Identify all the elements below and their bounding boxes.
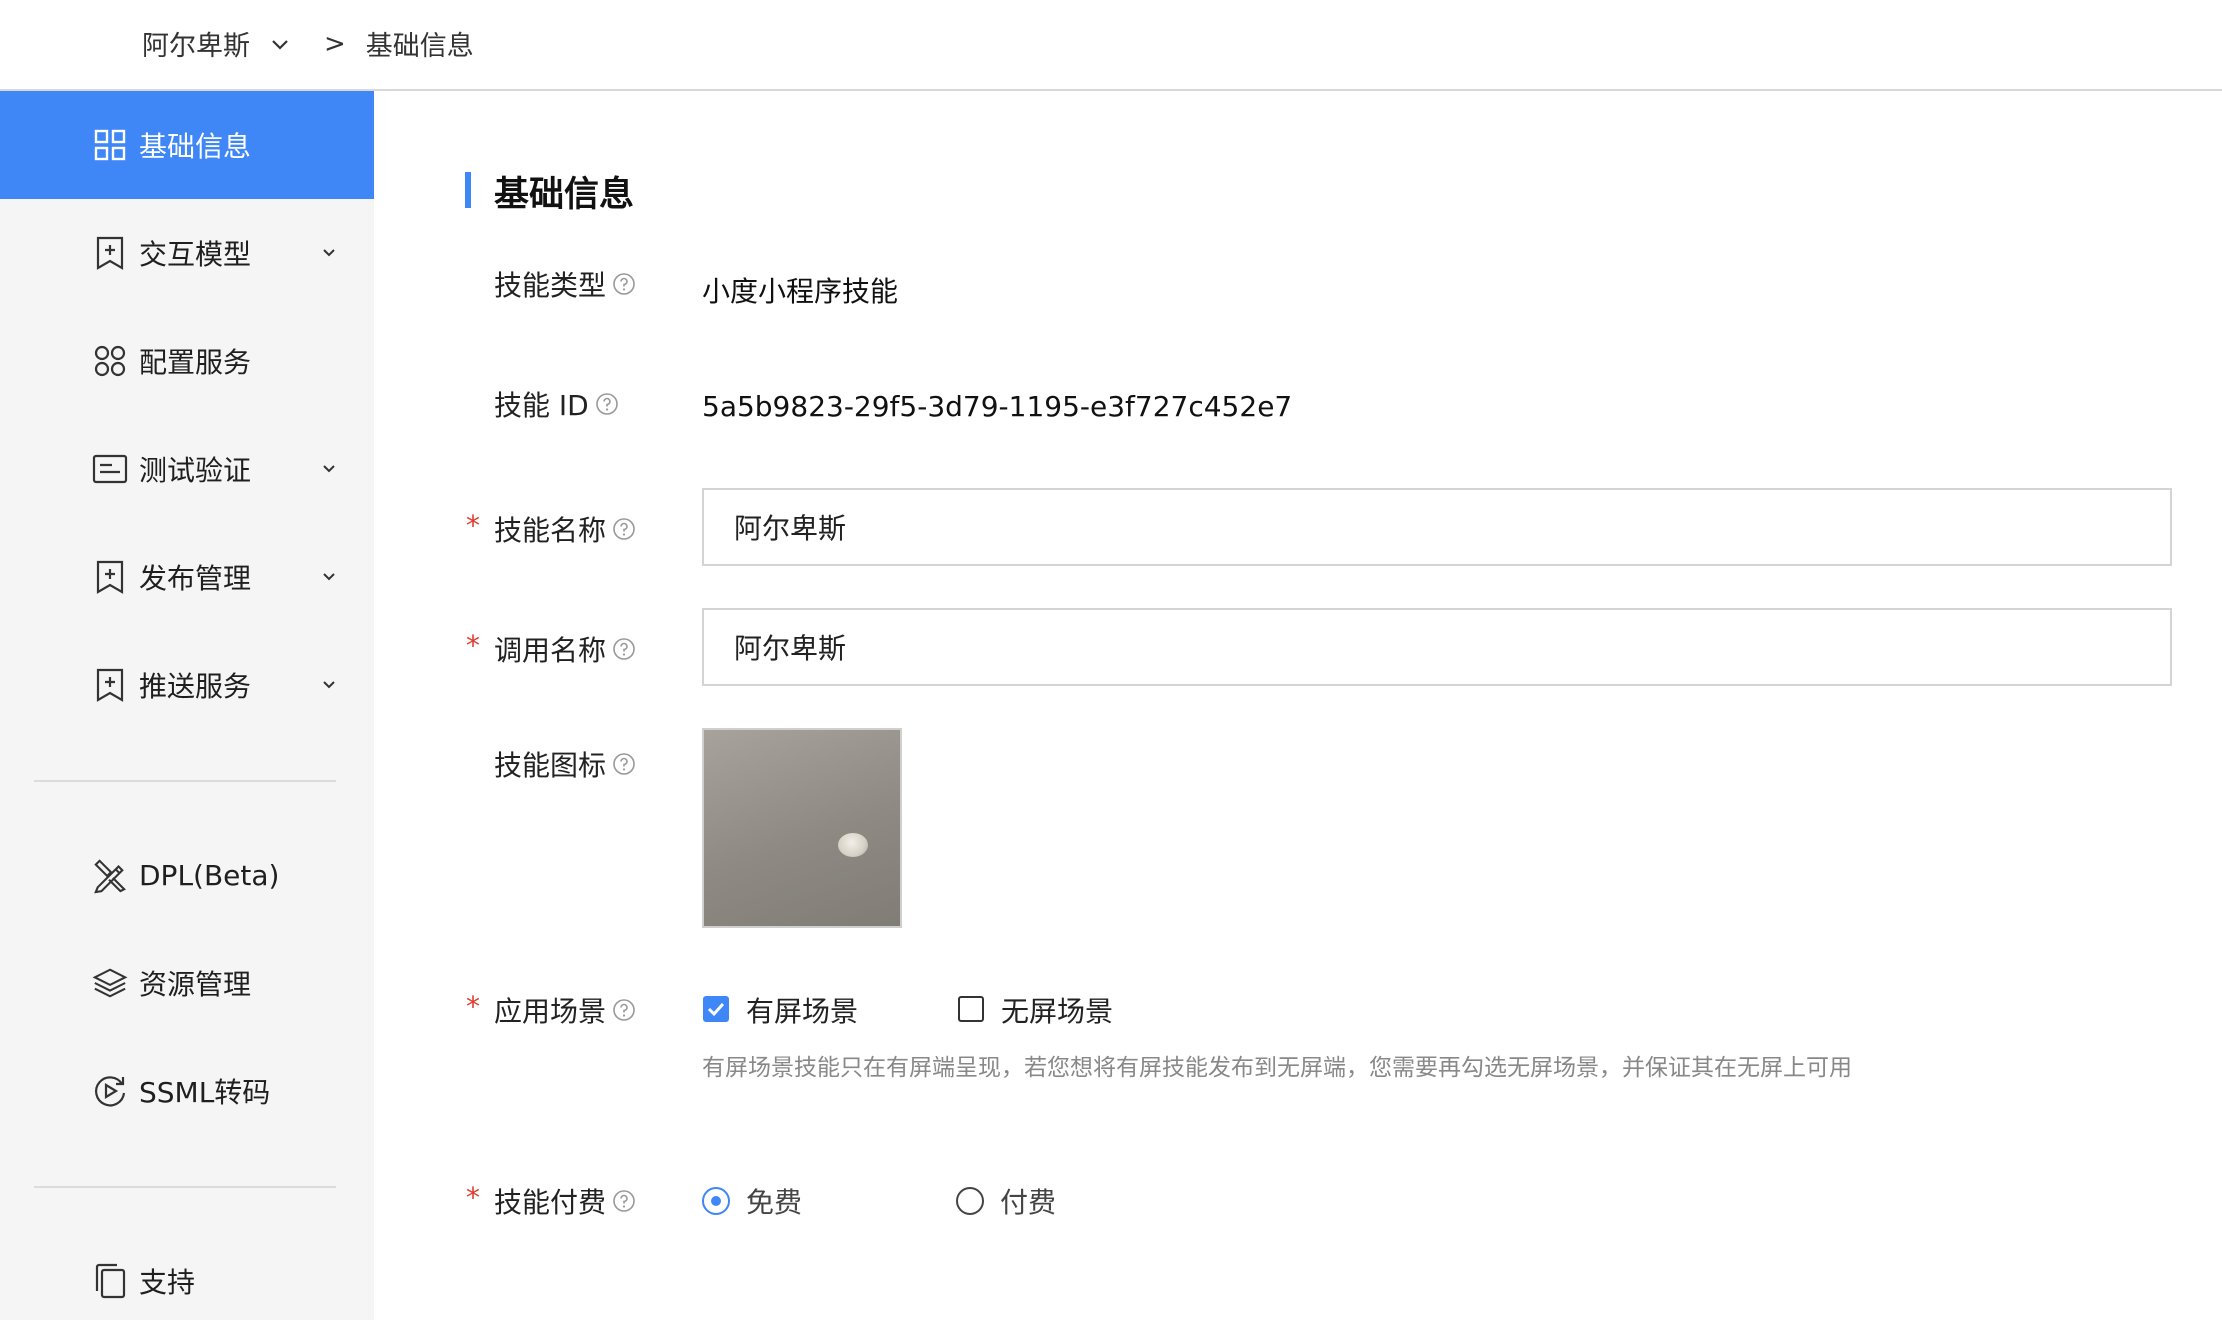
sidebar-item-publish[interactable]: 发布管理 <box>0 523 374 631</box>
sidebar-item-label: 测试验证 <box>139 454 252 487</box>
section-title: 基础信息 <box>494 175 635 215</box>
sidebar-item-label: 配置服务 <box>139 346 252 379</box>
design-tools-icon <box>92 857 128 894</box>
sidebar-item-test[interactable]: 测试验证 <box>0 415 374 523</box>
chevron-down-icon[interactable] <box>270 31 296 57</box>
breadcrumb-separator: > <box>324 28 346 59</box>
screen-scene-label[interactable]: 有屏场景 <box>746 990 858 1030</box>
sidebar-item-push[interactable]: 推送服务 <box>0 631 374 739</box>
skill-type-label: 技能类型 <box>494 264 636 304</box>
required-mark: * <box>466 1181 480 1214</box>
chevron-down-icon[interactable] <box>320 244 338 262</box>
copy-icon <box>92 1263 128 1299</box>
sidebar-divider <box>34 780 336 782</box>
paid-label[interactable]: 付费 <box>1000 1181 1056 1221</box>
required-mark: * <box>466 509 480 542</box>
help-icon[interactable] <box>612 637 636 661</box>
terminal-icon <box>92 451 128 487</box>
sidebar-item-label: 交互模型 <box>139 238 252 271</box>
scene-hint: 有屏场景技能只在有屏端呈现，若您想将有屏技能发布到无屏端，您需要再勾选无屏场景，… <box>702 1055 1852 1081</box>
sidebar-item-basic-info[interactable]: 基础信息 <box>0 91 374 199</box>
sidebar-item-ssml[interactable]: SSML转码 <box>0 1037 374 1145</box>
required-mark: * <box>466 990 480 1023</box>
section-accent-bar <box>465 172 471 208</box>
skill-name-label: 技能名称 <box>494 509 636 549</box>
breadcrumb-project[interactable]: 阿尔卑斯 <box>142 24 250 63</box>
breadcrumb-current: 基础信息 <box>365 31 474 62</box>
skill-icon-image[interactable] <box>702 728 902 928</box>
sidebar-item-resources[interactable]: 资源管理 <box>0 929 374 1037</box>
sidebar: 基础信息 交互模型 配置服务 测试验证 发布管理 推送服务 DPL(Beta) … <box>0 91 374 1320</box>
sidebar-item-label: 推送服务 <box>139 670 252 703</box>
sidebar-item-config-service[interactable]: 配置服务 <box>0 307 374 415</box>
free-radio[interactable] <box>702 1187 730 1215</box>
invoke-name-label: 调用名称 <box>494 629 636 669</box>
field-label: 技能图标 <box>494 749 607 782</box>
skill-name-input[interactable] <box>702 488 2172 566</box>
help-icon[interactable] <box>612 517 636 541</box>
sidebar-item-interaction-model[interactable]: 交互模型 <box>0 199 374 307</box>
no-screen-scene-label[interactable]: 无屏场景 <box>1001 990 1113 1030</box>
payment-label: 技能付费 <box>494 1181 636 1221</box>
chevron-down-icon[interactable] <box>320 676 338 694</box>
chevron-down-icon[interactable] <box>320 460 338 478</box>
sidebar-item-label: SSML转码 <box>139 1076 271 1109</box>
required-mark: * <box>466 629 480 662</box>
skill-icon-object <box>838 833 868 857</box>
field-label: 应用场景 <box>494 995 607 1028</box>
sidebar-item-label: 基础信息 <box>139 130 252 163</box>
sidebar-item-label: 发布管理 <box>139 562 252 595</box>
check-icon <box>707 1002 725 1017</box>
help-icon[interactable] <box>612 1189 636 1213</box>
bookmark-plus-icon <box>92 667 128 703</box>
sidebar-divider <box>34 1186 336 1188</box>
help-icon[interactable] <box>595 392 619 416</box>
sidebar-item-label: 支持 <box>139 1266 196 1299</box>
sidebar-item-label: DPL(Beta) <box>139 858 280 892</box>
field-label: 调用名称 <box>494 634 607 667</box>
breadcrumb: 阿尔卑斯 > 基础信息 <box>142 24 474 63</box>
four-circles-icon <box>92 343 128 379</box>
no-screen-scene-checkbox[interactable] <box>958 996 984 1022</box>
grid-icon <box>92 127 128 163</box>
help-icon[interactable] <box>612 272 636 296</box>
screen-scene-checkbox[interactable] <box>703 996 729 1022</box>
top-bar: 阿尔卑斯 > 基础信息 <box>0 0 2222 91</box>
field-label: 技能类型 <box>494 269 607 302</box>
invoke-name-input[interactable] <box>702 608 2172 686</box>
scene-label: 应用场景 <box>494 990 636 1030</box>
sidebar-item-label: 资源管理 <box>139 968 252 1001</box>
sidebar-item-support[interactable]: 支持 <box>0 1227 374 1335</box>
field-label: 技能付费 <box>494 1186 607 1219</box>
paid-radio[interactable] <box>956 1187 984 1215</box>
skill-id-value: 5a5b9823-29f5-3d79-1195-e3f727c452e7 <box>702 390 1293 423</box>
bookmark-plus-icon <box>92 559 128 595</box>
field-label: 技能 ID <box>494 389 589 422</box>
free-label[interactable]: 免费 <box>746 1181 802 1221</box>
help-icon[interactable] <box>612 998 636 1022</box>
layers-icon <box>92 965 128 1001</box>
bookmark-plus-icon <box>92 235 128 271</box>
skill-id-label: 技能 ID <box>494 384 619 424</box>
help-icon[interactable] <box>612 752 636 776</box>
chevron-down-icon[interactable] <box>320 568 338 586</box>
field-label: 技能名称 <box>494 514 607 547</box>
refresh-play-icon <box>92 1073 128 1109</box>
skill-icon-label: 技能图标 <box>494 744 636 784</box>
sidebar-item-dpl[interactable]: DPL(Beta) <box>0 821 374 929</box>
skill-type-value: 小度小程序技能 <box>702 275 899 308</box>
